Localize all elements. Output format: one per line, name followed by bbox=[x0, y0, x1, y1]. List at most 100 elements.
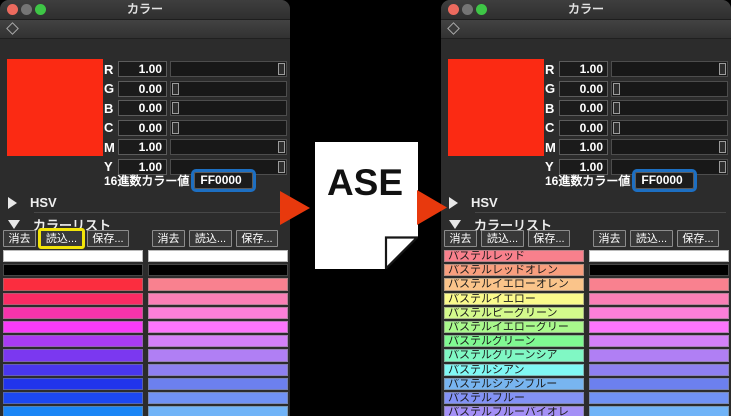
close-button[interactable] bbox=[448, 4, 459, 15]
color-swatch[interactable] bbox=[148, 392, 288, 404]
slider-value-field[interactable]: 0.00 bbox=[559, 100, 608, 116]
color-swatch[interactable] bbox=[3, 321, 143, 333]
diamond-icon[interactable] bbox=[447, 22, 460, 35]
disclosure-open-icon[interactable] bbox=[449, 220, 461, 229]
color-swatch[interactable] bbox=[148, 335, 288, 347]
color-swatch[interactable] bbox=[589, 392, 729, 404]
slider-thumb[interactable] bbox=[719, 63, 726, 75]
slider-value-field[interactable]: 0.00 bbox=[559, 81, 608, 97]
color-swatch[interactable] bbox=[589, 364, 729, 376]
color-swatch[interactable] bbox=[148, 321, 288, 333]
slider-value-field[interactable]: 1.00 bbox=[559, 61, 608, 77]
slider-value-field[interactable]: 0.00 bbox=[559, 120, 608, 136]
slider-thumb[interactable] bbox=[172, 83, 179, 95]
named-color-swatch[interactable]: パステルイエローオレン bbox=[444, 278, 584, 290]
zoom-button[interactable] bbox=[35, 4, 46, 15]
color-swatch[interactable] bbox=[148, 264, 288, 276]
named-color-swatch[interactable]: パステルシアン bbox=[444, 364, 584, 376]
color-swatch[interactable] bbox=[148, 406, 288, 416]
slider-track[interactable] bbox=[611, 139, 728, 155]
color-swatch[interactable] bbox=[148, 278, 288, 290]
slider-thumb[interactable] bbox=[172, 102, 179, 114]
list1-clear-button[interactable]: 消去 bbox=[444, 230, 477, 247]
slider-value-field[interactable]: 1.00 bbox=[118, 139, 167, 155]
named-color-swatch[interactable]: パステルレッドオレン bbox=[444, 264, 584, 276]
list2-load-button[interactable]: 読込... bbox=[189, 230, 232, 247]
disclosure-closed-icon[interactable] bbox=[8, 197, 17, 209]
slider-track[interactable] bbox=[611, 100, 728, 116]
list2-load-button[interactable]: 読込... bbox=[630, 230, 673, 247]
slider-value-field[interactable]: 0.00 bbox=[118, 81, 167, 97]
color-swatch[interactable] bbox=[3, 406, 143, 416]
slider-track[interactable] bbox=[611, 81, 728, 97]
list1-load-button[interactable]: 読込... bbox=[40, 230, 83, 247]
list2-save-button[interactable]: 保存... bbox=[236, 230, 278, 247]
slider-track[interactable] bbox=[611, 61, 728, 77]
diamond-icon[interactable] bbox=[6, 22, 19, 35]
color-swatch[interactable] bbox=[589, 278, 729, 290]
color-swatch[interactable] bbox=[3, 307, 143, 319]
color-swatch[interactable] bbox=[589, 293, 729, 305]
named-color-swatch[interactable]: パステルグリーン bbox=[444, 335, 584, 347]
named-color-swatch[interactable]: パステルピーグリーン bbox=[444, 307, 584, 319]
color-swatch[interactable] bbox=[589, 406, 729, 416]
hsv-section-header[interactable]: HSV bbox=[449, 195, 498, 210]
hex-value-field[interactable]: FF0000 bbox=[194, 172, 253, 189]
named-color-swatch[interactable]: パステルシアンブルー bbox=[444, 378, 584, 390]
hex-value-field[interactable]: FF0000 bbox=[635, 172, 694, 189]
list2-save-button[interactable]: 保存... bbox=[677, 230, 719, 247]
named-color-swatch[interactable]: パステルブルーバイオレ bbox=[444, 406, 584, 416]
list2-clear-button[interactable]: 消去 bbox=[593, 230, 626, 247]
color-swatch[interactable] bbox=[148, 349, 288, 361]
slider-thumb[interactable] bbox=[278, 141, 285, 153]
slider-track[interactable] bbox=[170, 139, 287, 155]
color-swatch[interactable] bbox=[589, 335, 729, 347]
disclosure-closed-icon[interactable] bbox=[449, 197, 458, 209]
minimize-button[interactable] bbox=[462, 4, 473, 15]
slider-track[interactable] bbox=[170, 100, 287, 116]
slider-thumb[interactable] bbox=[719, 161, 726, 173]
slider-thumb[interactable] bbox=[172, 122, 179, 134]
named-color-swatch[interactable]: パステルイエローグリー bbox=[444, 321, 584, 333]
list1-clear-button[interactable]: 消去 bbox=[3, 230, 36, 247]
named-color-swatch[interactable]: パステルグリーンシア bbox=[444, 349, 584, 361]
hsv-section-header[interactable]: HSV bbox=[8, 195, 57, 210]
list2-clear-button[interactable]: 消去 bbox=[152, 230, 185, 247]
slider-thumb[interactable] bbox=[719, 141, 726, 153]
slider-value-field[interactable]: 0.00 bbox=[118, 120, 167, 136]
named-color-swatch[interactable]: パステルイエロー bbox=[444, 293, 584, 305]
color-swatch[interactable] bbox=[3, 392, 143, 404]
slider-thumb[interactable] bbox=[613, 122, 620, 134]
named-color-swatch[interactable]: パステルブルー bbox=[444, 392, 584, 404]
color-swatch[interactable] bbox=[589, 349, 729, 361]
slider-thumb[interactable] bbox=[613, 83, 620, 95]
color-swatch[interactable] bbox=[3, 264, 143, 276]
list1-save-button[interactable]: 保存... bbox=[87, 230, 129, 247]
close-button[interactable] bbox=[7, 4, 18, 15]
slider-thumb[interactable] bbox=[278, 63, 285, 75]
color-swatch[interactable] bbox=[3, 378, 143, 390]
color-swatch[interactable] bbox=[589, 378, 729, 390]
slider-thumb[interactable] bbox=[278, 161, 285, 173]
zoom-button[interactable] bbox=[476, 4, 487, 15]
color-swatch[interactable] bbox=[3, 335, 143, 347]
color-swatch[interactable] bbox=[148, 250, 288, 262]
slider-track[interactable] bbox=[170, 120, 287, 136]
disclosure-open-icon[interactable] bbox=[8, 220, 20, 229]
slider-value-field[interactable]: 1.00 bbox=[118, 61, 167, 77]
color-swatch[interactable] bbox=[3, 364, 143, 376]
slider-thumb[interactable] bbox=[613, 102, 620, 114]
color-swatch[interactable] bbox=[148, 364, 288, 376]
color-swatch[interactable] bbox=[3, 278, 143, 290]
color-swatch[interactable] bbox=[589, 264, 729, 276]
color-swatch[interactable] bbox=[148, 293, 288, 305]
color-swatch[interactable] bbox=[589, 321, 729, 333]
slider-track[interactable] bbox=[170, 81, 287, 97]
named-color-swatch[interactable]: パステルレッド bbox=[444, 250, 584, 262]
color-swatch[interactable] bbox=[3, 250, 143, 262]
color-swatch[interactable] bbox=[148, 307, 288, 319]
slider-value-field[interactable]: 1.00 bbox=[559, 139, 608, 155]
list1-save-button[interactable]: 保存... bbox=[528, 230, 570, 247]
slider-track[interactable] bbox=[611, 120, 728, 136]
color-swatch[interactable] bbox=[3, 293, 143, 305]
